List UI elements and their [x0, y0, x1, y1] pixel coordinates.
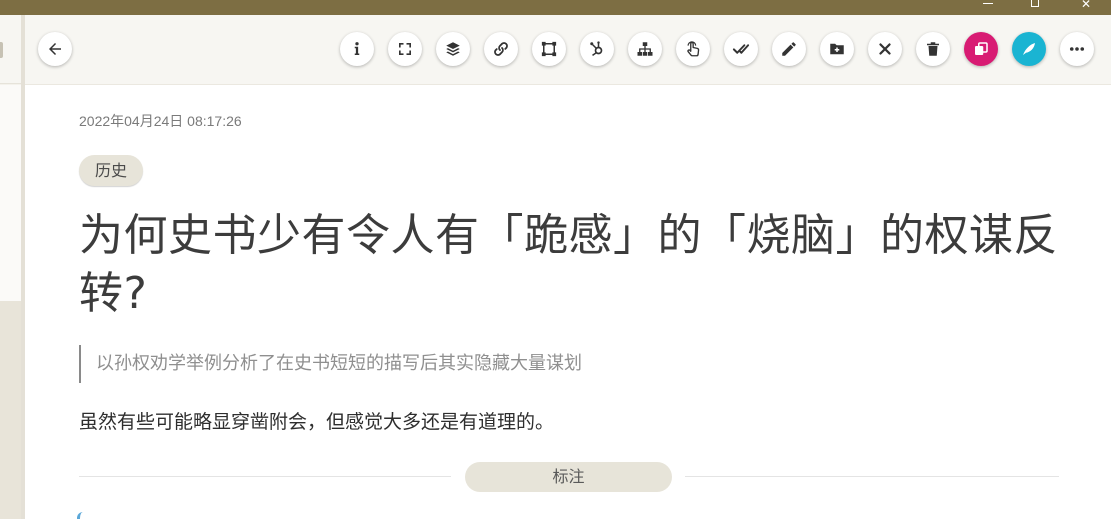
annotation-divider-right	[685, 476, 1059, 477]
annotation-section-label[interactable]: 标注	[465, 462, 672, 492]
info-icon	[354, 42, 360, 55]
left-panel-list[interactable]	[0, 85, 21, 301]
back-button[interactable]	[38, 32, 72, 66]
collapse-handle[interactable]	[0, 42, 3, 58]
close-icon	[879, 43, 891, 55]
window-close-icon: ✕	[1080, 0, 1092, 11]
fullscreen-icon	[399, 43, 411, 55]
branch-button[interactable]	[580, 32, 614, 66]
left-panel-footer	[0, 301, 21, 519]
trash-icon	[927, 42, 939, 56]
pointer-button[interactable]	[676, 32, 710, 66]
left-panel-header	[0, 15, 21, 84]
feather-icon	[1023, 43, 1035, 55]
delete-button[interactable]	[916, 32, 950, 66]
select-area-button[interactable]	[532, 32, 566, 66]
add-to-folder-button[interactable]	[820, 32, 854, 66]
link-button[interactable]	[484, 32, 518, 66]
pencil-icon	[782, 42, 796, 56]
close-button[interactable]	[868, 32, 902, 66]
arrow-left-icon	[49, 43, 61, 55]
minimize-button[interactable]	[965, 0, 1011, 15]
window-titlebar: ✕	[0, 0, 1111, 15]
vector-square-icon	[541, 41, 557, 57]
window-close-button[interactable]: ✕	[1063, 0, 1109, 15]
done-all-button[interactable]	[724, 32, 758, 66]
restore-icon	[1031, 0, 1039, 7]
more-horizontal-icon	[1069, 47, 1085, 51]
double-check-icon	[732, 44, 750, 54]
article-view: 2022年04月24日 08:17:26 历史 为何史书少有令人有「跪感」的「烧…	[25, 85, 1111, 519]
copy-button[interactable]	[964, 32, 998, 66]
annotation-divider-left	[79, 476, 451, 477]
restore-button[interactable]	[1012, 0, 1058, 15]
minimize-icon	[983, 3, 993, 4]
hand-pointer-icon	[687, 41, 700, 57]
article-date: 2022年04月24日 08:17:26	[79, 113, 242, 129]
layers-icon	[446, 42, 460, 56]
category-tag[interactable]: 历史	[79, 155, 144, 186]
fullscreen-button[interactable]	[388, 32, 422, 66]
edit-button[interactable]	[772, 32, 806, 66]
link-icon	[494, 42, 508, 56]
article-body: 虽然有些可能略显穿凿附会，但感觉大多还是有道理的。	[79, 411, 555, 433]
highlight-marker	[77, 512, 85, 519]
sitemap-button[interactable]	[628, 32, 662, 66]
article-summary: 以孙权劝学举例分析了在史书短短的描写后其实隐藏大量谋划	[79, 345, 582, 383]
folder-plus-icon	[830, 43, 844, 55]
article-title: 为何史书少有令人有「跪感」的「烧脑」的权谋反转?	[79, 210, 1058, 319]
left-sidebar-panel	[0, 15, 21, 519]
more-button[interactable]	[1060, 32, 1094, 66]
toolbar	[25, 15, 1111, 85]
info-button[interactable]	[340, 32, 374, 66]
copy-icon	[975, 42, 988, 55]
feather-button[interactable]	[1012, 32, 1046, 66]
layers-button[interactable]	[436, 32, 470, 66]
sitemap-icon	[637, 42, 653, 56]
hubspot-icon	[590, 41, 603, 56]
